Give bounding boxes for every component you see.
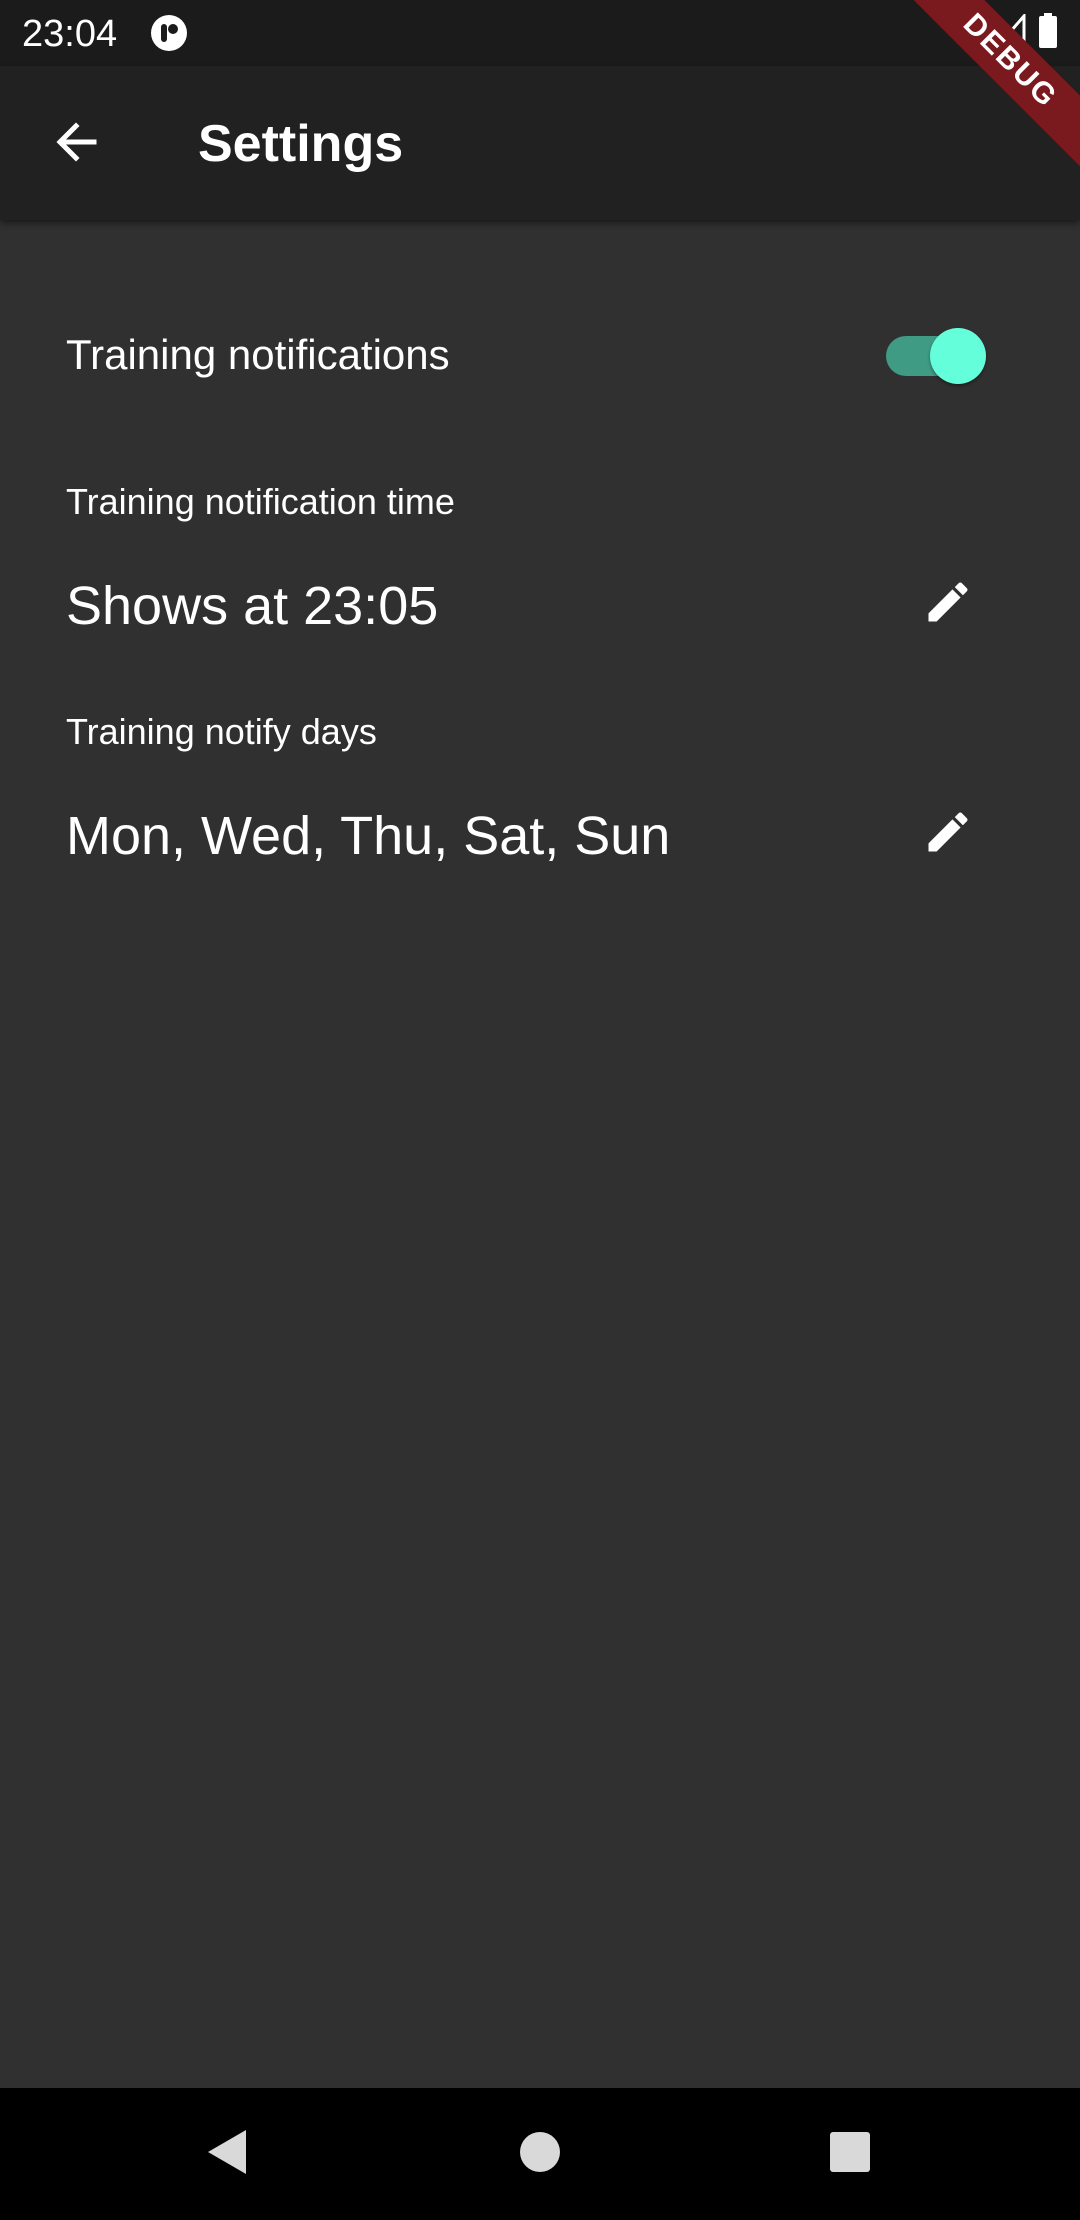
home-circle-icon (518, 2130, 562, 2179)
recents-square-icon (829, 2131, 871, 2178)
page-title: Settings (198, 115, 404, 173)
settings-list: Training notifications Training notifica… (0, 220, 1080, 2088)
status-bar: 23:04 (0, 0, 1080, 66)
notify-days-caption: Training notify days (66, 711, 377, 752)
notification-time-caption: Training notification time (66, 481, 455, 522)
nav-home-button[interactable] (500, 2114, 580, 2194)
notification-time-value: Shows at 23:05 (66, 576, 439, 636)
app-bar: Settings (0, 66, 1080, 220)
settings-screen: 23:04 Settings DEBUG Training notificati… (0, 0, 1080, 2220)
battery-icon (1038, 12, 1058, 54)
switch-thumb (930, 328, 986, 384)
arrow-back-icon (52, 118, 100, 171)
training-notifications-switch[interactable] (886, 328, 986, 384)
status-time: 23:04 (22, 13, 118, 55)
app-notification-icon (150, 14, 188, 52)
nav-recents-button[interactable] (810, 2114, 890, 2194)
system-nav-bar (0, 2088, 1080, 2220)
back-triangle-icon (204, 2128, 248, 2181)
back-button[interactable] (38, 106, 114, 182)
pencil-icon (922, 576, 974, 633)
pencil-icon (922, 806, 974, 863)
nav-back-button[interactable] (186, 2114, 266, 2194)
edit-notify-days-button[interactable] (910, 796, 986, 872)
notify-days-value: Mon, Wed, Thu, Sat, Sun (66, 806, 671, 866)
training-notifications-row[interactable]: Training notifications (0, 310, 1080, 400)
training-notifications-label: Training notifications (66, 331, 450, 378)
edit-notification-time-button[interactable] (910, 566, 986, 642)
